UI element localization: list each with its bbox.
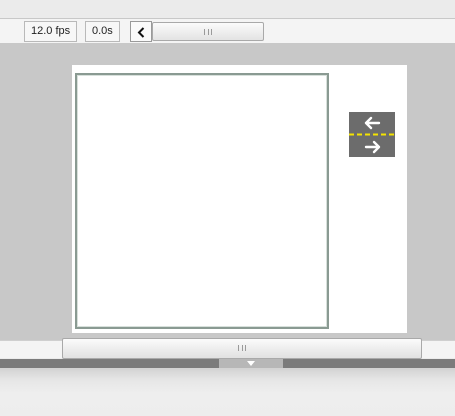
grip-icon (238, 345, 246, 351)
timeline-bar: 12.0 fps 0.0s (0, 18, 455, 44)
bottom-panel (0, 368, 455, 416)
stage-scroll-thumb[interactable] (62, 338, 422, 359)
triangle-down-icon (247, 361, 255, 366)
collapse-panel-button[interactable] (219, 359, 283, 368)
fps-display[interactable]: 12.0 fps (24, 21, 78, 42)
scroll-left-button[interactable] (130, 21, 152, 42)
elapsed-time-display[interactable]: 0.0s (85, 21, 120, 42)
timeline-scroll-thumb[interactable] (152, 22, 264, 41)
stage-canvas[interactable] (75, 73, 329, 329)
chevron-left-icon (137, 27, 145, 38)
swap-arrows-icon[interactable] (349, 112, 395, 157)
grip-icon (204, 29, 212, 35)
